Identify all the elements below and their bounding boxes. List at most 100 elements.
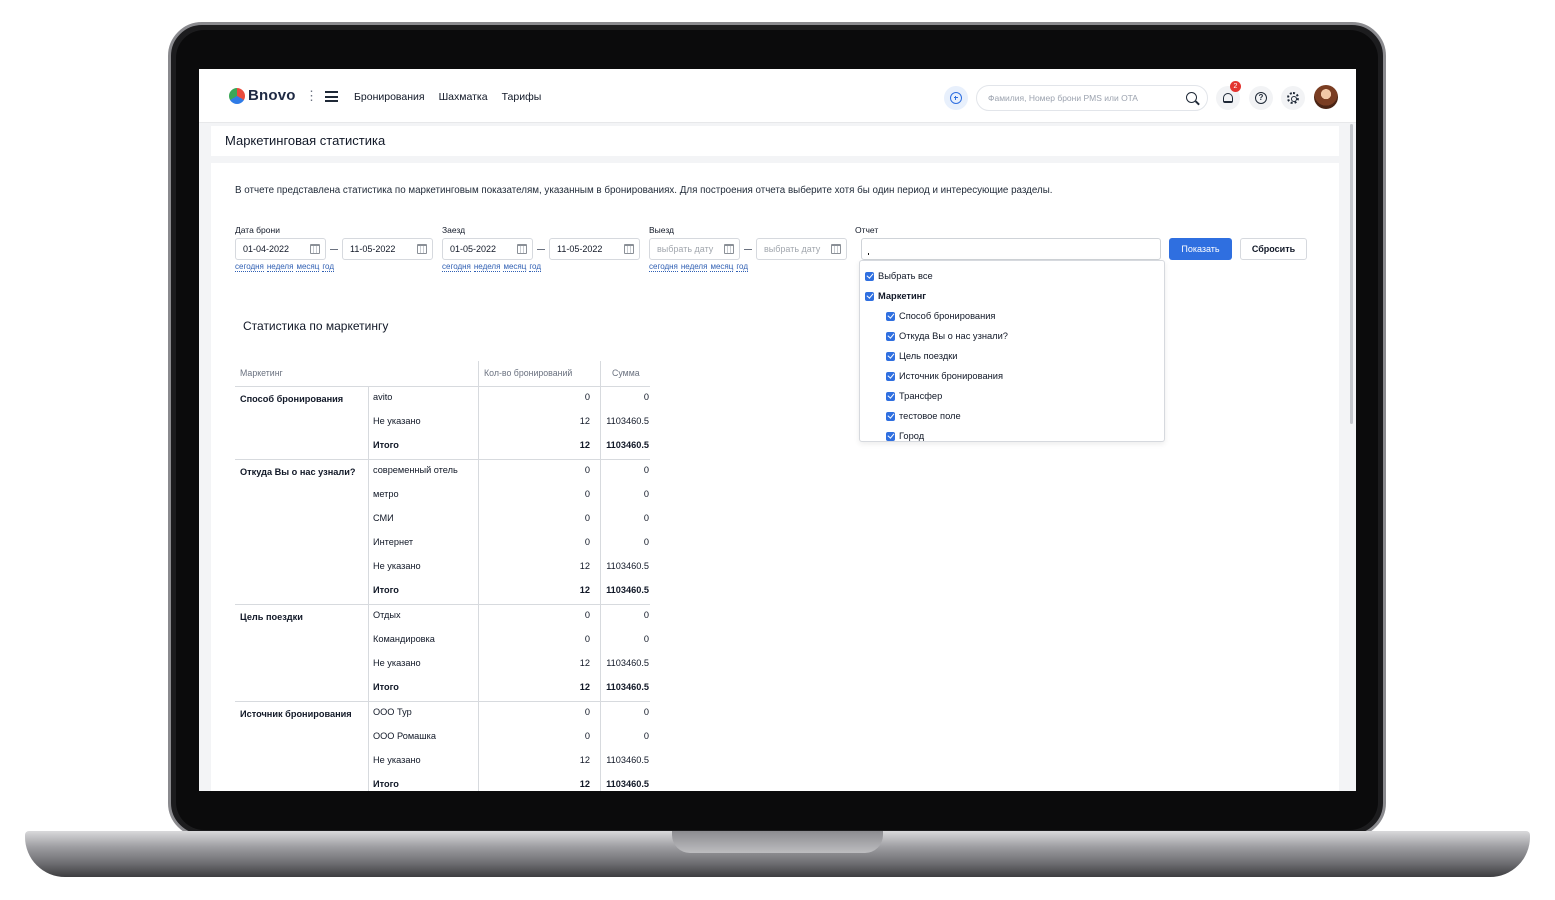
- row-label: Не указано: [373, 658, 421, 668]
- logo[interactable]: Bnovo: [229, 87, 296, 104]
- table-row: современный отель 0 0: [235, 459, 650, 483]
- settings-button[interactable]: [1281, 86, 1305, 110]
- row-count: 0: [584, 392, 590, 402]
- checkin-from[interactable]: [442, 238, 533, 260]
- report-select[interactable]: [861, 238, 1161, 260]
- help-button[interactable]: ?: [1249, 86, 1273, 110]
- option-trip-purpose[interactable]: Цель поездки: [886, 351, 958, 361]
- option-label: Трансфер: [899, 391, 943, 401]
- row-sum: 1103460.5: [606, 755, 649, 765]
- checkout-from[interactable]: [649, 238, 740, 260]
- table-row: Не указано 12 1103460.5: [235, 555, 650, 579]
- checkbox-checked-icon[interactable]: [886, 331, 895, 341]
- option-label: Маркетинг: [878, 291, 927, 301]
- row-sum: 0: [643, 537, 649, 547]
- quick-link-week[interactable]: неделя: [266, 262, 294, 272]
- nav-item-chessboard[interactable]: Шахматка: [439, 91, 488, 103]
- option-booking-source[interactable]: Источник бронирования: [886, 371, 1003, 381]
- quick-link-week[interactable]: неделя: [680, 262, 708, 272]
- checkbox-checked-icon[interactable]: [886, 311, 895, 321]
- checkbox-checked-icon[interactable]: [886, 391, 895, 401]
- row-label: Отдых: [373, 610, 401, 620]
- option-how-found[interactable]: Откуда Вы о нас узнали?: [886, 331, 1008, 341]
- row-sum: 1103460.5: [606, 658, 649, 668]
- checkout-from-input[interactable]: [657, 244, 721, 254]
- app-screen: Bnovo ⋮ Бронирования Шахматка Тарифы 2 ?…: [199, 69, 1356, 791]
- row-label: Командировка: [373, 634, 435, 644]
- range-dash: [330, 249, 338, 250]
- quick-link-today[interactable]: сегодня: [649, 262, 678, 272]
- calendar-icon[interactable]: [310, 244, 320, 254]
- add-booking-button[interactable]: [944, 86, 968, 110]
- page-scrollbar[interactable]: [1350, 124, 1353, 424]
- quick-link-year[interactable]: год: [322, 262, 334, 272]
- option-test-field[interactable]: тестовое поле: [886, 411, 961, 421]
- calendar-icon[interactable]: [624, 244, 634, 254]
- row-count: 0: [584, 537, 590, 547]
- nav-item-tariffs[interactable]: Тарифы: [502, 91, 542, 103]
- page-title-card: Маркетинговая статистика: [211, 126, 1339, 156]
- checkbox-checked-icon[interactable]: [865, 291, 874, 301]
- top-navbar: Bnovo ⋮ Бронирования Шахматка Тарифы 2 ?: [199, 69, 1356, 123]
- quick-link-year[interactable]: год: [529, 262, 541, 272]
- quick-link-week[interactable]: неделя: [473, 262, 501, 272]
- checkin-to-input[interactable]: [557, 244, 621, 254]
- option-select-all[interactable]: Выбрать все: [865, 271, 933, 281]
- checkout-to-input[interactable]: [764, 244, 828, 254]
- booking-date-to-input[interactable]: [350, 244, 414, 254]
- row-count: 0: [584, 465, 590, 475]
- option-marketing[interactable]: Маркетинг: [865, 291, 926, 301]
- calendar-icon[interactable]: [417, 244, 427, 254]
- calendar-icon[interactable]: [517, 244, 527, 254]
- checkin-from-input[interactable]: [450, 244, 514, 254]
- booking-date-to[interactable]: [342, 238, 433, 260]
- reset-button[interactable]: Сбросить: [1240, 238, 1307, 260]
- search-icon[interactable]: [1186, 92, 1197, 103]
- calendar-icon[interactable]: [724, 244, 734, 254]
- row-count: 0: [584, 707, 590, 717]
- calendar-icon[interactable]: [831, 244, 841, 254]
- laptop-notch: [672, 831, 883, 853]
- quick-link-month[interactable]: месяц: [710, 262, 734, 272]
- booking-date-from-input[interactable]: [243, 244, 307, 254]
- checkout-to[interactable]: [756, 238, 847, 260]
- table-total-row: Итого 12 1103460.5: [235, 434, 650, 458]
- quick-link-today[interactable]: сегодня: [235, 262, 264, 272]
- option-transfer[interactable]: Трансфер: [886, 391, 942, 401]
- quick-link-today[interactable]: сегодня: [442, 262, 471, 272]
- search-input[interactable]: [988, 91, 1178, 105]
- nav-item-bookings[interactable]: Бронирования: [354, 91, 425, 103]
- option-city[interactable]: Город: [886, 431, 924, 441]
- row-label: Итого: [373, 682, 399, 692]
- booking-date-from[interactable]: [235, 238, 326, 260]
- row-count: 12: [579, 416, 590, 426]
- search-box: [976, 85, 1208, 111]
- checkin-quick-links: сегодня неделя месяц год: [442, 262, 544, 272]
- quick-link-month[interactable]: месяц: [296, 262, 320, 272]
- quick-link-month[interactable]: месяц: [503, 262, 527, 272]
- row-sum: 1103460.5: [606, 561, 649, 571]
- row-count: 0: [584, 610, 590, 620]
- user-avatar[interactable]: [1314, 85, 1338, 109]
- checkin-to[interactable]: [549, 238, 640, 260]
- row-sum: 0: [643, 513, 649, 523]
- hamburger-menu-icon[interactable]: [325, 91, 338, 102]
- checkbox-checked-icon[interactable]: [886, 351, 895, 361]
- checkbox-checked-icon[interactable]: [865, 271, 874, 281]
- row-sum: 0: [643, 731, 649, 741]
- report-filter-input[interactable]: [867, 243, 1152, 253]
- option-booking-method[interactable]: Способ бронирования: [886, 311, 995, 321]
- booking-date-quick-links: сегодня неделя месяц год: [235, 262, 337, 272]
- checkbox-checked-icon[interactable]: [886, 411, 895, 421]
- show-button[interactable]: Показать: [1169, 238, 1232, 260]
- table-row: Не указано 12 1103460.5: [235, 652, 650, 676]
- kebab-menu-icon[interactable]: ⋮: [305, 89, 318, 102]
- table-row: Интернет 0 0: [235, 531, 650, 555]
- checkbox-checked-icon[interactable]: [886, 431, 895, 441]
- row-label: СМИ: [373, 513, 394, 523]
- quick-link-year[interactable]: год: [736, 262, 748, 272]
- checkbox-checked-icon[interactable]: [886, 371, 895, 381]
- checkout-label: Выезд: [649, 225, 674, 235]
- page-title: Маркетинговая статистика: [225, 133, 386, 148]
- logo-text: Bnovo: [248, 87, 296, 104]
